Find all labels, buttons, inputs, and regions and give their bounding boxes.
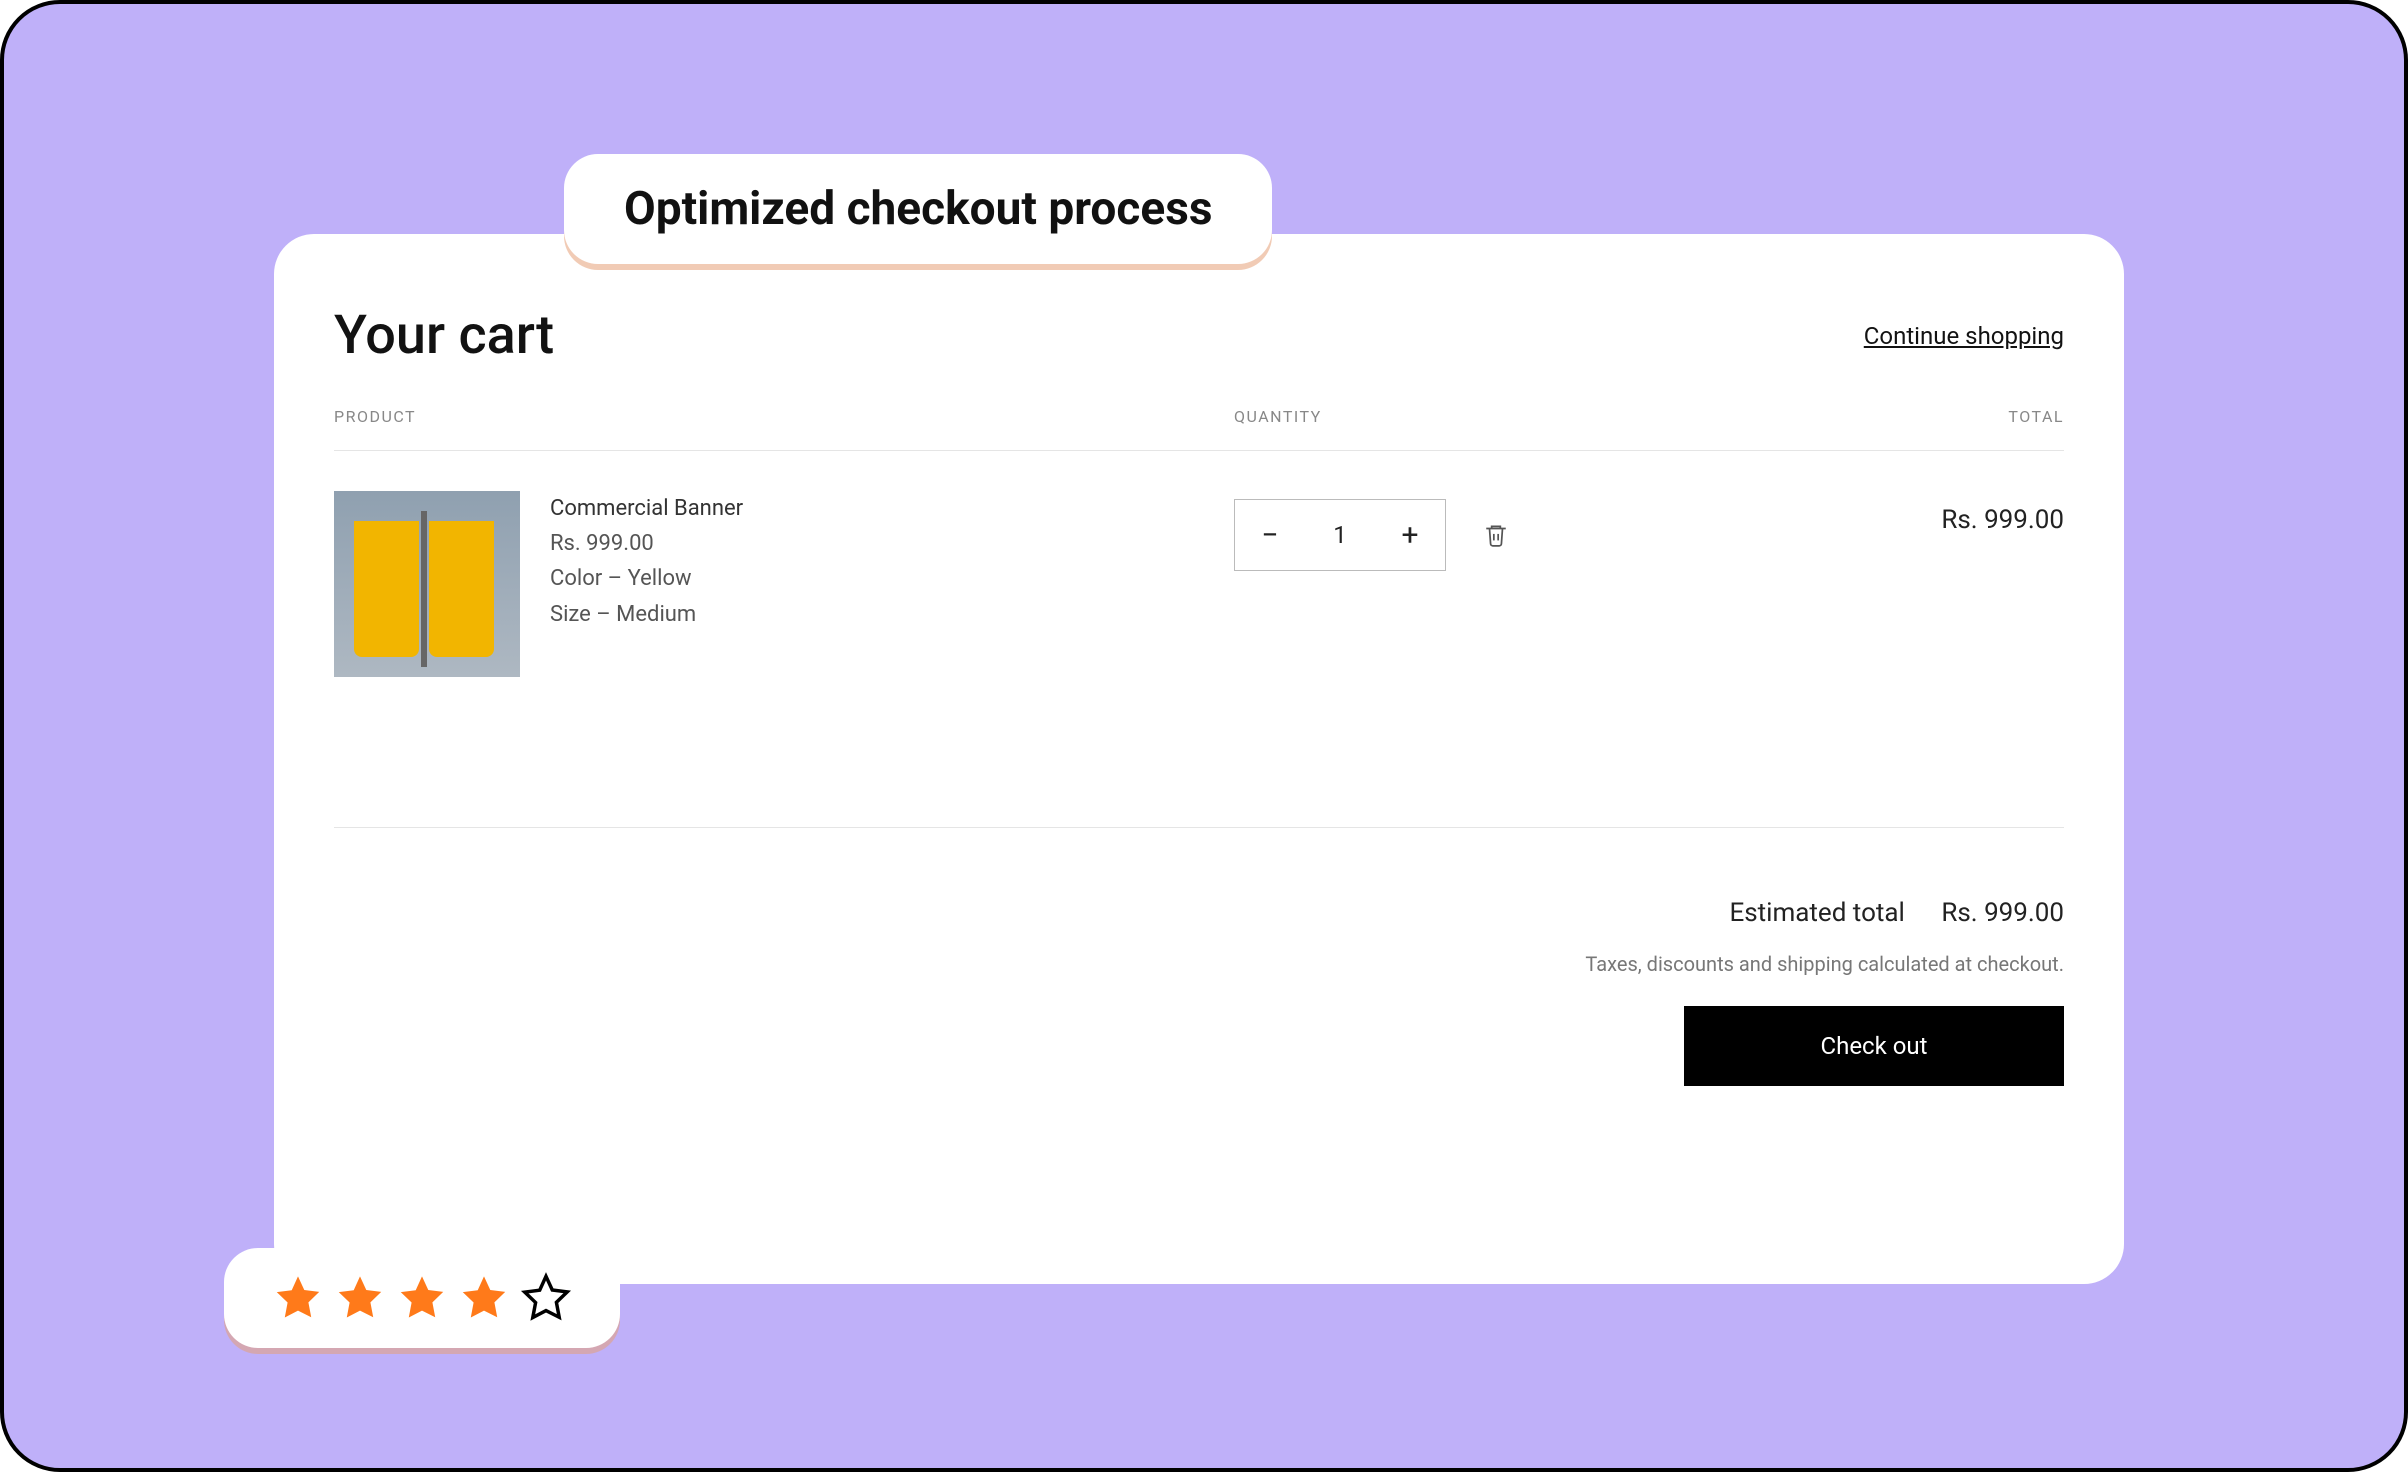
- star-filled-icon: [396, 1272, 448, 1324]
- remove-item-button[interactable]: [1476, 515, 1516, 555]
- callout-heading: Optimized checkout process: [564, 154, 1272, 264]
- product-cell: Commercial Banner Rs. 999.00 Color – Yel…: [334, 491, 1234, 677]
- star-filled-icon: [458, 1272, 510, 1324]
- product-variant-color: Color – Yellow: [550, 561, 743, 596]
- page-title: Your cart: [334, 304, 554, 367]
- qty-decrement-button[interactable]: −: [1235, 500, 1305, 570]
- star-filled-icon: [272, 1272, 324, 1324]
- qty-increment-button[interactable]: +: [1375, 500, 1445, 570]
- estimated-total-label: Estimated total: [1729, 898, 1904, 928]
- star-filled-icon: [334, 1272, 386, 1324]
- estimated-total-line: Estimated total Rs. 999.00: [334, 898, 2064, 928]
- product-price: Rs. 999.00: [550, 526, 743, 561]
- callout-text: Optimized checkout process: [624, 182, 1212, 236]
- product-variant-size: Size – Medium: [550, 597, 743, 632]
- product-name[interactable]: Commercial Banner: [550, 491, 743, 526]
- cart-header-row: Your cart Continue shopping: [334, 304, 2064, 367]
- checkout-button[interactable]: Check out: [1684, 1006, 2064, 1086]
- quantity-cell: − 1 +: [1234, 491, 1664, 677]
- star-empty-icon: [520, 1272, 572, 1324]
- continue-shopping-link[interactable]: Continue shopping: [1864, 322, 2064, 350]
- product-thumbnail[interactable]: [334, 491, 520, 677]
- product-info: Commercial Banner Rs. 999.00 Color – Yel…: [550, 491, 743, 677]
- estimated-total-value: Rs. 999.00: [1941, 898, 2064, 928]
- quantity-stepper: − 1 +: [1234, 499, 1446, 571]
- tax-note: Taxes, discounts and shipping calculated…: [334, 952, 2064, 976]
- promo-frame: Optimized checkout process Your cart Con…: [0, 0, 2408, 1472]
- trash-icon: [1483, 522, 1509, 548]
- cart-card: Your cart Continue shopping PRODUCT QUAN…: [274, 234, 2124, 1284]
- cart-item-row: Commercial Banner Rs. 999.00 Color – Yel…: [334, 451, 2064, 828]
- qty-value[interactable]: 1: [1305, 521, 1375, 549]
- col-header-product: PRODUCT: [334, 407, 1234, 426]
- cart-table-header: PRODUCT QUANTITY TOTAL: [334, 407, 2064, 451]
- rating-badge: [224, 1248, 620, 1348]
- line-total: Rs. 999.00: [1664, 491, 2064, 677]
- cart-summary: Estimated total Rs. 999.00 Taxes, discou…: [334, 898, 2064, 1086]
- col-header-quantity: QUANTITY: [1234, 407, 1664, 426]
- col-header-total: TOTAL: [1664, 407, 2064, 426]
